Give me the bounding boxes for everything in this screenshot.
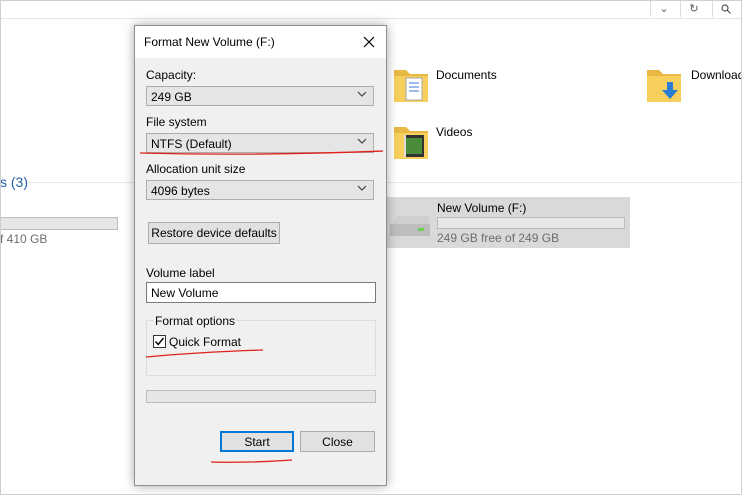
documents-folder-icon	[394, 70, 428, 102]
folder-name: Documents	[436, 68, 497, 82]
chevron-down-icon	[357, 184, 367, 195]
volume-label-label: Volume label	[146, 266, 215, 280]
chevron-down-icon	[357, 90, 367, 101]
drive-free-text: f 410 GB	[0, 232, 48, 246]
videos-folder-icon	[394, 127, 428, 159]
filesystem-value: NTFS (Default)	[151, 137, 232, 151]
folder-name: Downloads	[691, 68, 742, 82]
format-dialog: Format New Volume (F:) Capacity: 249 GB …	[134, 25, 387, 486]
dialog-title: Format New Volume (F:)	[144, 35, 275, 49]
drive-free-text: 249 GB free of 249 GB	[437, 231, 560, 245]
restore-defaults-button[interactable]: Restore device defaults	[148, 222, 280, 244]
format-options-label: Format options	[154, 314, 237, 328]
chevron-down-icon	[357, 137, 367, 148]
search-icon[interactable]	[712, 0, 739, 17]
capacity-select[interactable]: 249 GB	[146, 86, 374, 106]
drive-usage-bar	[0, 217, 118, 230]
drive-name: New Volume (F:)	[437, 201, 527, 215]
close-icon[interactable]	[352, 26, 386, 58]
folder-name: Videos	[436, 125, 473, 139]
allocation-label: Allocation unit size	[146, 162, 246, 176]
close-button[interactable]: Close	[300, 431, 375, 452]
drive-new-volume[interactable]: New Volume (F:) 249 GB free of 249 GB	[386, 197, 630, 248]
capacity-label: Capacity:	[146, 68, 197, 82]
checkmark-icon	[154, 337, 165, 346]
filesystem-select[interactable]: NTFS (Default)	[146, 133, 374, 153]
folder-videos[interactable]: Videos	[392, 121, 472, 161]
folder-downloads[interactable]: Downloads	[645, 64, 742, 104]
format-progress-bar	[146, 390, 376, 403]
folder-documents[interactable]: Documents	[392, 64, 497, 104]
volume-label-value: New Volume	[151, 286, 219, 300]
chevron-down-icon[interactable]: ⌄	[650, 0, 677, 17]
refresh-icon[interactable]: ↻	[680, 0, 707, 17]
allocation-value: 4096 bytes	[151, 184, 210, 198]
dialog-titlebar: Format New Volume (F:)	[135, 26, 386, 58]
downloads-folder-icon	[647, 70, 681, 102]
start-button[interactable]: Start	[220, 431, 294, 452]
filesystem-label: File system	[146, 115, 207, 129]
section-header[interactable]: s (3)	[0, 174, 28, 190]
volume-label-input[interactable]: New Volume	[146, 282, 376, 303]
address-bar: ⌄ ↻	[0, 0, 742, 19]
allocation-select[interactable]: 4096 bytes	[146, 180, 374, 200]
drive-usage-bar	[437, 217, 625, 229]
capacity-value: 249 GB	[151, 90, 192, 104]
quick-format-checkbox[interactable]	[153, 335, 166, 348]
quick-format-label[interactable]: Quick Format	[169, 335, 241, 349]
drive-icon	[390, 216, 430, 236]
